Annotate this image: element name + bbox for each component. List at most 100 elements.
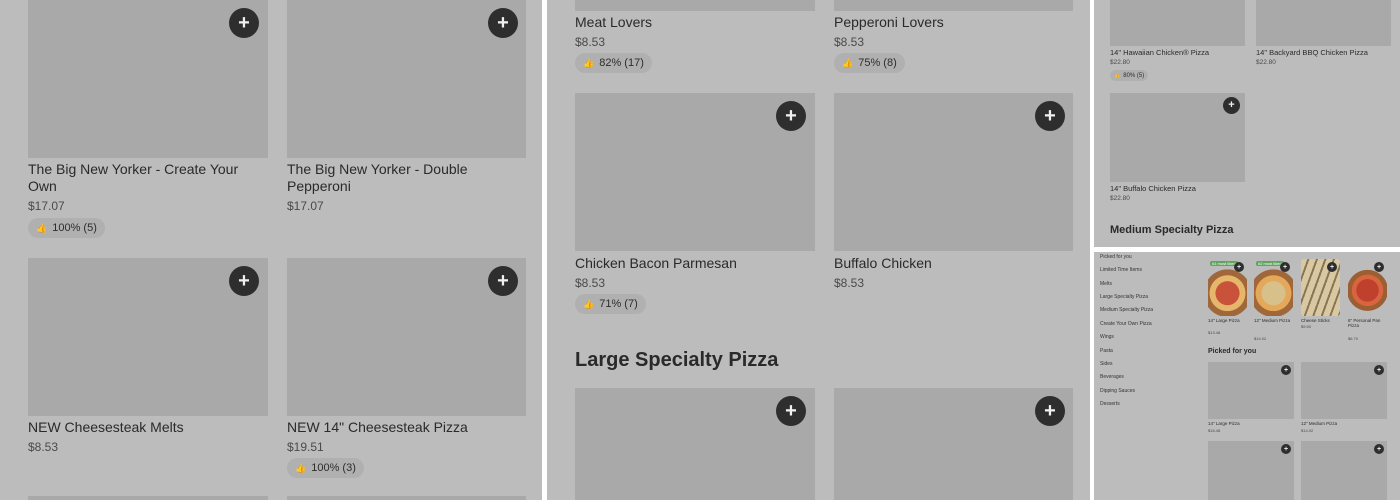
item-price: $9.50 — [1301, 324, 1312, 329]
nav-item[interactable]: Limited Time Items — [1100, 267, 1142, 273]
item-image-partial — [287, 496, 526, 500]
nav-item[interactable]: Beverages — [1100, 374, 1124, 380]
item-name: NEW 14" Cheesesteak Pizza — [287, 419, 468, 435]
item-name: Meat Lovers — [575, 14, 653, 30]
add-item-button[interactable]: + — [1281, 444, 1291, 454]
nav-item[interactable]: Picked for you — [1100, 254, 1132, 260]
menu-item-card[interactable]: + — [834, 388, 1074, 500]
add-item-button[interactable]: + — [1327, 262, 1337, 272]
rating-badge: 👍 100% (3) — [287, 458, 364, 478]
item-name: Cheese Sticks — [1301, 318, 1330, 323]
item-name: 14" Large Pizza — [1208, 318, 1240, 323]
item-price: $22.80 — [1256, 59, 1276, 66]
nav-item[interactable]: Medium Specialty Pizza — [1100, 307, 1153, 313]
item-image-partial — [28, 496, 268, 500]
item-price: $13.48 — [1208, 330, 1221, 335]
add-item-button[interactable]: + — [776, 101, 806, 131]
menu-item-card[interactable]: 14" Hawaiian Chicken® Pizza $22.80 👍 80%… — [1110, 0, 1246, 84]
menu-panel-3: 14" Hawaiian Chicken® Pizza $22.80 👍 80%… — [1094, 0, 1400, 247]
add-item-button[interactable]: + — [1223, 97, 1240, 114]
section-heading: Picked for you — [1208, 348, 1257, 355]
menu-item-card[interactable]: + Buffalo Chicken $8.53 — [834, 93, 1074, 318]
add-item-button[interactable]: + — [1374, 365, 1384, 375]
menu-item-card[interactable]: + — [1208, 441, 1294, 500]
featured-item-card[interactable]: + Cheese Sticks $9.50 — [1301, 259, 1341, 339]
add-item-button[interactable]: + — [229, 8, 259, 38]
thumbs-up-icon: 👍 — [842, 57, 854, 68]
section-heading: Large Specialty Pizza — [575, 349, 779, 371]
nav-item[interactable]: Sides — [1100, 361, 1113, 367]
add-item-button[interactable]: + — [229, 266, 259, 296]
section-heading: Medium Specialty Pizza — [1110, 224, 1234, 236]
item-name: 14" Backyard BBQ Chicken Pizza — [1256, 48, 1368, 57]
item-price: $19.51 — [287, 440, 324, 454]
item-price: $22.80 — [1110, 59, 1130, 66]
nav-item[interactable]: Dipping Sauces — [1100, 388, 1135, 394]
add-item-button[interactable]: + — [1234, 262, 1244, 272]
nav-item[interactable]: Wings — [1100, 334, 1114, 340]
menu-item-card[interactable]: + 12" Medium Pizza $14.02 — [1301, 362, 1387, 438]
item-image — [1256, 0, 1391, 46]
add-item-button[interactable]: + — [488, 266, 518, 296]
nav-item[interactable]: Create Your Own Pizza — [1100, 321, 1152, 327]
item-name: The Big New Yorker - Double Pepperoni — [287, 161, 468, 194]
thumbs-up-icon: 👍 — [1114, 72, 1121, 79]
nav-item[interactable]: Desserts — [1100, 401, 1120, 407]
item-name: Buffalo Chicken — [834, 255, 932, 271]
menu-panel-1: + The Big New Yorker - Create Your Own $… — [0, 0, 542, 500]
item-image-partial — [834, 0, 1073, 11]
menu-item-card[interactable]: + 14" Buffalo Chicken Pizza $22.80 — [1110, 93, 1246, 205]
add-item-button[interactable]: + — [488, 8, 518, 38]
item-price: $14.02 — [1301, 428, 1314, 433]
rating-text: 100% (3) — [311, 462, 356, 474]
item-name: 14" Hawaiian Chicken® Pizza — [1110, 48, 1210, 57]
nav-item[interactable]: Large Specialty Pizza — [1100, 294, 1148, 300]
thumbs-up-icon: 👍 — [36, 222, 48, 233]
menu-item-card[interactable]: + The Big New Yorker - Create Your Own $… — [28, 0, 268, 240]
item-image — [1110, 0, 1245, 46]
item-name: 6" Personal Pan Pizza — [1348, 318, 1381, 328]
add-item-button[interactable]: + — [1035, 101, 1065, 131]
item-price: $8.53 — [28, 440, 59, 454]
item-name: NEW Cheesesteak Melts — [28, 419, 184, 435]
item-price: $8.53 — [575, 276, 606, 290]
item-price: $8.53 — [834, 35, 865, 49]
menu-item-card[interactable]: Meat Lovers $8.53 👍 82% (17) — [575, 12, 815, 76]
nav-item[interactable]: Pasta — [1100, 348, 1113, 354]
menu-item-card[interactable]: Pepperoni Lovers $8.53 👍 75% (8) — [834, 12, 1074, 76]
thumbs-up-icon: 👍 — [583, 57, 595, 68]
add-item-button[interactable]: + — [776, 396, 806, 426]
featured-item-card[interactable]: #2 most liked + 12" Medium Pizza $14.02 — [1254, 259, 1294, 341]
menu-item-card[interactable]: + — [1301, 441, 1387, 500]
rating-badge: 👍 80% (5) — [1110, 70, 1149, 81]
nav-item[interactable]: Melts — [1100, 281, 1112, 287]
add-item-button[interactable]: + — [1374, 262, 1384, 272]
item-price: $14.02 — [1254, 336, 1267, 341]
menu-item-card[interactable]: + — [575, 388, 815, 500]
rating-text: 75% (8) — [858, 57, 897, 69]
rating-badge: 👍 75% (8) — [834, 53, 905, 73]
add-item-button[interactable]: + — [1374, 444, 1384, 454]
featured-item-card[interactable]: + 6" Personal Pan Pizza $6.70 — [1348, 259, 1388, 341]
menu-item-card[interactable]: + NEW Cheesesteak Melts $8.53 — [28, 258, 268, 488]
menu-item-card[interactable]: + The Big New Yorker - Double Pepperoni … — [287, 0, 527, 240]
menu-item-card[interactable]: + Chicken Bacon Parmesan $8.53 👍 71% (7) — [575, 93, 815, 318]
menu-item-card[interactable]: 14" Backyard BBQ Chicken Pizza $22.80 — [1256, 0, 1392, 70]
item-name: 12" Medium Pizza — [1301, 421, 1338, 426]
item-name: 14" Buffalo Chicken Pizza — [1110, 184, 1196, 193]
item-price: $22.80 — [1110, 195, 1130, 202]
item-name: 12" Medium Pizza — [1254, 318, 1291, 323]
add-item-button[interactable]: + — [1280, 262, 1290, 272]
add-item-button[interactable]: + — [1035, 396, 1065, 426]
rating-badge: 👍 100% (5) — [28, 218, 105, 238]
item-price: $6.70 — [1348, 336, 1359, 341]
rating-text: 71% (7) — [599, 298, 638, 310]
menu-item-card[interactable]: + 14" Large Pizza $16.48 — [1208, 362, 1294, 438]
menu-item-card[interactable]: + NEW 14" Cheesesteak Pizza $19.51 👍 100… — [287, 258, 527, 488]
featured-item-card[interactable]: #1 most liked + 14" Large Pizza $13.48 — [1208, 259, 1248, 339]
add-item-button[interactable]: + — [1281, 365, 1291, 375]
thumbs-up-icon: 👍 — [583, 298, 595, 309]
item-name: Pepperoni Lovers — [834, 14, 944, 30]
item-image-partial — [575, 0, 815, 11]
item-name: The Big New Yorker - Create Your Own — [28, 161, 239, 194]
